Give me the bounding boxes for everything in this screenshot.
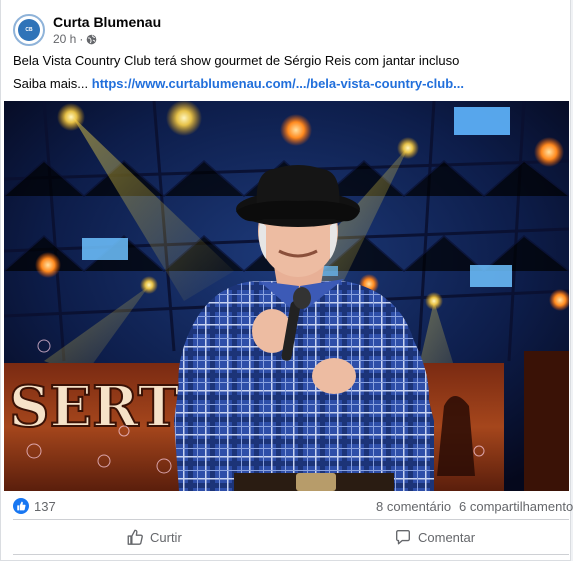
action-bar: Curtir Comentar xyxy=(4,522,569,552)
share-count[interactable]: 6 compartilhamento xyxy=(459,499,573,514)
like-reaction-icon[interactable] xyxy=(13,498,29,514)
avatar-logo: CB xyxy=(18,19,40,41)
comment-count[interactable]: 8 comentário xyxy=(376,499,451,514)
like-button[interactable]: Curtir xyxy=(126,522,182,552)
divider-bottom xyxy=(13,554,569,555)
like-button-label: Curtir xyxy=(150,529,182,545)
saiba-mais-text: Saiba mais... xyxy=(13,76,92,91)
post-meta: 20 h · xyxy=(53,32,97,46)
post-header: CB Curta Blumenau 20 h · xyxy=(13,12,553,52)
divider xyxy=(13,519,569,520)
post-time[interactable]: 20 h xyxy=(53,32,76,46)
post-text-line2: Saiba mais... https://www.curtablumenau.… xyxy=(13,76,464,91)
meta-separator: · xyxy=(79,32,84,46)
stage-sign-text: SERT xyxy=(9,374,180,440)
comment-bubble-icon xyxy=(396,530,410,545)
post-text-line1: Bela Vista Country Club terá show gourme… xyxy=(13,53,460,68)
post-card: CB Curta Blumenau 20 h · Bela Vista Coun… xyxy=(0,0,573,561)
page-name[interactable]: Curta Blumenau xyxy=(53,14,161,30)
globe-icon xyxy=(87,34,97,44)
post-link[interactable]: https://www.curtablumenau.com/.../bela-v… xyxy=(92,76,464,91)
thumbs-up-outline-icon xyxy=(127,529,143,545)
post-stats: 137 8 comentário 6 compartilhamento xyxy=(13,497,573,517)
avatar[interactable]: CB xyxy=(13,14,45,46)
comment-button-label: Comentar xyxy=(418,529,476,545)
like-count[interactable]: 137 xyxy=(34,499,56,514)
thumbs-up-icon xyxy=(17,501,26,511)
concert-photo: SERT xyxy=(4,101,569,491)
post-photo[interactable]: SERT xyxy=(4,101,569,491)
comment-button[interactable]: Comentar xyxy=(394,522,475,552)
